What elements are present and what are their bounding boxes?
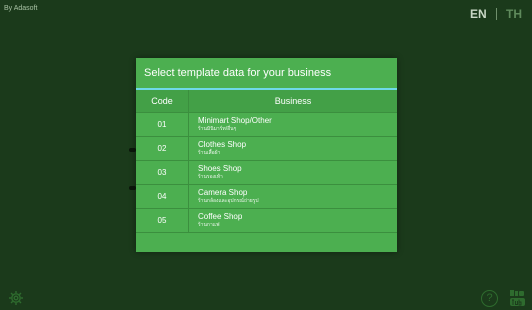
template-dialog: Select template data for your business C… (136, 58, 397, 252)
table-row[interactable]: 02 Clothes Shop ร้านเสื้อผ้า (136, 137, 397, 161)
row-business: Clothes Shop ร้านเสื้อผ้า (189, 137, 397, 160)
gear-icon[interactable] (8, 290, 24, 306)
row-business: Coffee Shop ร้านกาแฟ (189, 209, 397, 232)
background-bullet (129, 186, 136, 190)
language-th-button[interactable]: TH (506, 7, 522, 21)
language-divider (496, 8, 497, 20)
row-code: 03 (136, 161, 189, 184)
row-business: Shoes Shop ร้านรองเท้า (189, 161, 397, 184)
row-code: 04 (136, 185, 189, 208)
business-name-thai: ร้านรองเท้า (198, 174, 223, 180)
language-en-button[interactable]: EN (470, 7, 487, 21)
business-name-thai: ร้านกาแฟ (198, 222, 220, 228)
business-name-thai: ร้านกล้องและอุปกรณ์ถ่ายรูป (198, 198, 259, 204)
row-business: Camera Shop ร้านกล้องและอุปกรณ์ถ่ายรูป (189, 185, 397, 208)
youtube-icon[interactable] (509, 289, 526, 307)
help-icon[interactable]: ? (481, 290, 498, 307)
business-name: Shoes Shop (198, 164, 242, 173)
background-bullet (129, 148, 136, 152)
row-code: 02 (136, 137, 189, 160)
row-code: 05 (136, 209, 189, 232)
business-name-thai: ร้านเสื้อผ้า (198, 150, 221, 156)
row-business: Minimart Shop/Other ร้านมินิมาร์ท/อื่นๆ (189, 113, 397, 136)
dialog-title: Select template data for your business (144, 67, 332, 79)
code-column-header: Code (136, 90, 189, 112)
app-credit: By Adasoft (4, 5, 38, 12)
business-name: Minimart Shop/Other (198, 116, 272, 125)
business-name: Clothes Shop (198, 140, 247, 149)
business-name: Coffee Shop (198, 212, 243, 221)
business-name-thai: ร้านมินิมาร์ท/อื่นๆ (198, 126, 237, 132)
row-code: 01 (136, 113, 189, 136)
table-row[interactable]: 03 Shoes Shop ร้านรองเท้า (136, 161, 397, 185)
business-name: Camera Shop (198, 188, 248, 197)
business-column-header: Business (274, 96, 312, 106)
table-header: Code Business (136, 90, 397, 113)
table-row[interactable]: 04 Camera Shop ร้านกล้องและอุปกรณ์ถ่ายรู… (136, 185, 397, 209)
table-row[interactable]: 01 Minimart Shop/Other ร้านมินิมาร์ท/อื่… (136, 113, 397, 137)
table-row[interactable]: 05 Coffee Shop ร้านกาแฟ (136, 209, 397, 233)
